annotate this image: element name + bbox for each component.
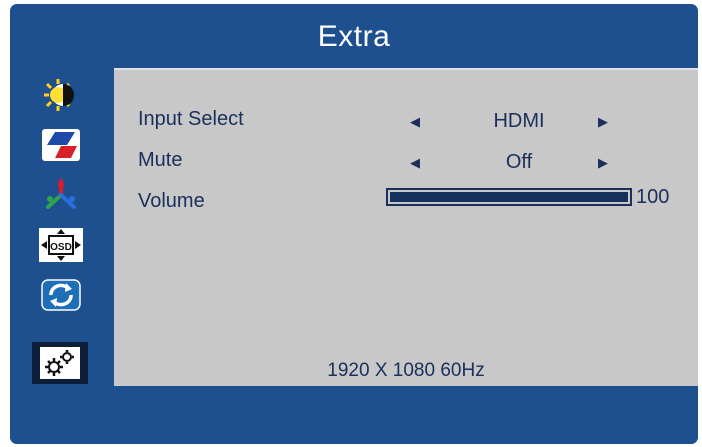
osd-position-icon: OSD (39, 228, 83, 262)
sidebar-item-extra-settings[interactable] (32, 342, 88, 384)
svg-text:OSD: OSD (50, 242, 72, 253)
settings-gears-icon (40, 347, 80, 379)
title-bar: Extra (10, 4, 698, 68)
sidebar-item-reset[interactable] (35, 276, 87, 314)
mute-value[interactable]: Off (469, 151, 569, 174)
sidebar-item-osd-position[interactable]: OSD (35, 226, 87, 264)
rgb-adjust-icon (46, 179, 76, 209)
settings-panel: Input Select ◀ HDMI ▶ Mute ◀ Off ▶ Volum… (114, 68, 698, 386)
resolution-info: 1920 X 1080 60Hz (327, 360, 485, 381)
sidebar-nav: OSD (10, 68, 114, 386)
input-select-value[interactable]: HDMI (469, 110, 569, 133)
input-select-left-arrow[interactable]: ◀ (410, 114, 420, 130)
menu-title: Extra (317, 20, 391, 53)
osd-menu-window: Extra OSD Input Select ◀ HDMI ▶ Mute ◀ O… (10, 4, 698, 444)
volume-value: 100 (636, 186, 670, 208)
mute-label: Mute (138, 149, 183, 171)
reset-icon (41, 279, 81, 311)
input-select-right-arrow[interactable]: ▶ (598, 114, 608, 130)
footer-bar (10, 386, 698, 444)
volume-slider-fill (390, 192, 628, 202)
brightness-contrast-icon (44, 79, 74, 111)
volume-label: Volume (138, 190, 205, 212)
sidebar-item-brightness-contrast[interactable] (35, 76, 87, 114)
input-select-label: Input Select (138, 108, 244, 130)
mute-right-arrow[interactable]: ▶ (598, 155, 608, 171)
volume-slider[interactable] (386, 188, 632, 206)
mute-left-arrow[interactable]: ◀ (410, 155, 420, 171)
sidebar-item-rgb[interactable] (35, 176, 87, 214)
color-icon (42, 129, 80, 161)
sidebar-item-color[interactable] (35, 126, 87, 164)
